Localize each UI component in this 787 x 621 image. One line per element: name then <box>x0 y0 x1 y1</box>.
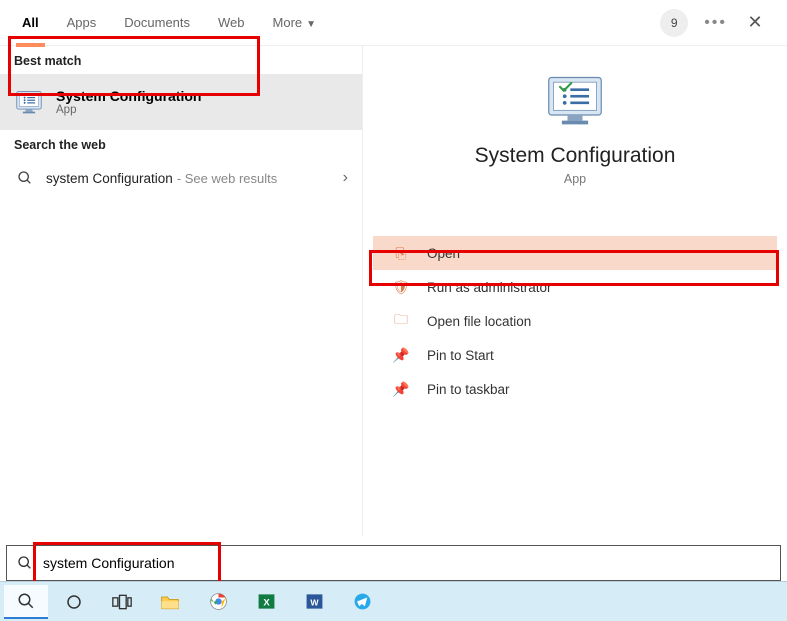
result-title: System Configuration <box>56 88 201 104</box>
pin-icon: 📌 <box>391 347 411 364</box>
close-button[interactable]: ✕ <box>743 12 767 33</box>
result-subtitle: App <box>56 104 201 116</box>
topbar-right: 9 ••• ✕ <box>660 9 779 37</box>
action-open-label: Open <box>427 246 460 261</box>
result-system-configuration[interactable]: System Configuration App <box>0 74 362 130</box>
chevron-down-icon: ▼ <box>306 19 316 30</box>
action-pin-start[interactable]: 📌 Pin to Start <box>373 338 777 372</box>
search-web-header: Search the web <box>0 130 362 158</box>
taskbar-cortana-button[interactable] <box>52 585 96 619</box>
results-panel: Best match System Configuration <box>0 46 363 536</box>
tab-more[interactable]: More▼ <box>259 0 331 46</box>
taskbar-file-explorer[interactable] <box>148 585 192 619</box>
details-subtitle: App <box>564 172 586 186</box>
taskbar-telegram[interactable] <box>340 585 384 619</box>
taskbar-word[interactable]: W <box>292 585 336 619</box>
details-title: System Configuration <box>475 144 676 168</box>
search-icon <box>17 555 33 571</box>
svg-text:W: W <box>310 597 319 607</box>
action-open[interactable]: ⎘ Open <box>373 236 777 270</box>
svg-text:X: X <box>263 597 270 608</box>
chevron-right-icon: › <box>343 169 348 187</box>
action-run-admin-label: Run as administrator <box>427 280 552 295</box>
actions-list: ⎘ Open 🛡 Run as administrator 🗀 Open fil… <box>363 236 787 406</box>
filter-tabs: All Apps Documents Web More▼ <box>8 0 330 46</box>
taskbar-search-button[interactable] <box>4 585 48 619</box>
taskbar-chrome[interactable] <box>196 585 240 619</box>
open-icon: ⎘ <box>391 245 411 262</box>
taskbar-excel[interactable]: X <box>244 585 288 619</box>
more-options-button[interactable]: ••• <box>704 14 727 32</box>
result-text: System Configuration App <box>56 88 201 116</box>
best-match-header: Best match <box>0 46 362 74</box>
taskbar-taskview-button[interactable] <box>100 585 144 619</box>
rewards-badge[interactable]: 9 <box>660 9 688 37</box>
search-bar[interactable] <box>6 545 781 581</box>
details-header: System Configuration App <box>363 66 787 186</box>
tab-web[interactable]: Web <box>204 0 259 46</box>
action-pin-start-label: Pin to Start <box>427 348 494 363</box>
web-suffix: - See web results <box>177 171 277 186</box>
action-pin-taskbar[interactable]: 📌 Pin to taskbar <box>373 372 777 406</box>
search-topbar: All Apps Documents Web More▼ 9 ••• ✕ <box>0 0 787 46</box>
folder-icon: 🗀 <box>391 309 411 333</box>
tab-more-label: More <box>273 15 303 30</box>
action-file-loc-label: Open file location <box>427 314 531 329</box>
tab-documents[interactable]: Documents <box>110 0 204 46</box>
search-input[interactable] <box>43 555 770 571</box>
shield-icon: 🛡 <box>391 279 411 296</box>
action-pin-taskbar-label: Pin to taskbar <box>427 382 510 397</box>
details-panel: System Configuration App ⎘ Open 🛡 Run as… <box>363 46 787 536</box>
action-run-admin[interactable]: 🛡 Run as administrator <box>373 270 777 304</box>
action-open-file-location[interactable]: 🗀 Open file location <box>373 304 777 338</box>
msconfig-large-icon <box>545 70 605 130</box>
search-icon <box>14 163 36 193</box>
tab-apps[interactable]: Apps <box>53 0 111 46</box>
main-area: Best match System Configuration <box>0 46 787 536</box>
tab-all[interactable]: All <box>8 0 53 46</box>
web-query-text: system Configuration <box>46 171 173 186</box>
web-result-row[interactable]: system Configuration - See web results › <box>0 158 362 198</box>
msconfig-icon <box>14 87 44 117</box>
taskbar: X W <box>0 581 787 621</box>
pin-icon: 📌 <box>391 381 411 398</box>
